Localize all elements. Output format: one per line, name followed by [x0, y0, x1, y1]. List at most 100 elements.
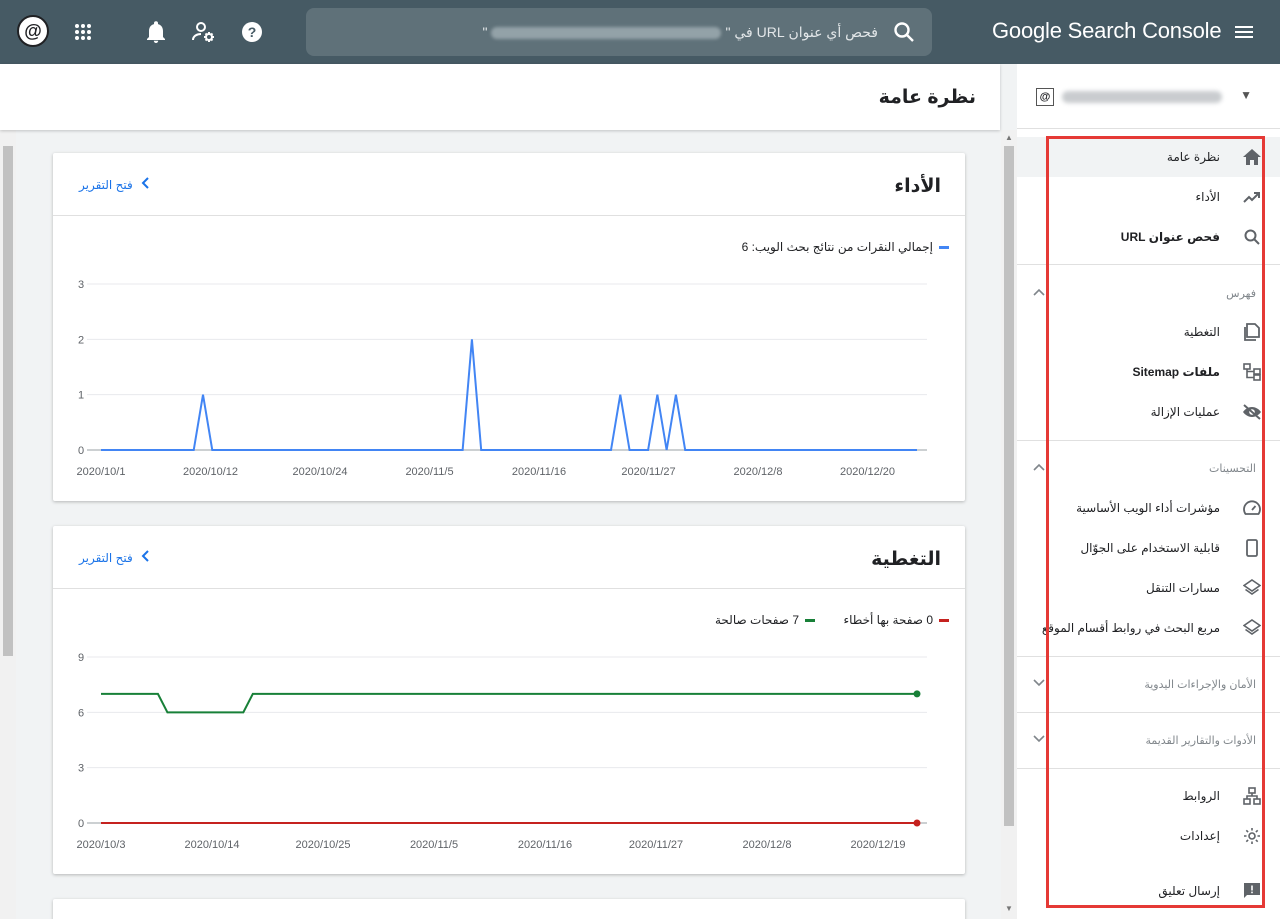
sidebar-item-breadcrumbs[interactable]: مسارات التنقل [1017, 568, 1280, 608]
sidebar-item-label: التغطية [1183, 325, 1220, 339]
x-tick-label: 2020/12/19 [850, 839, 905, 851]
sidebar-item-label: ملفات Sitemap [1132, 365, 1220, 379]
series-end-point [913, 819, 921, 827]
section-label: الأمان والإجراءات اليدوية [1144, 678, 1256, 691]
sidebar-item-label: مربع البحث في روابط أقسام الموقع [1041, 621, 1220, 635]
sidebar-item-url-inspection[interactable]: فحص عنوان URL [1017, 217, 1280, 257]
dropdown-caret-icon[interactable]: ▼ [1240, 88, 1252, 102]
sidebar-item-label: إعدادات [1179, 829, 1220, 843]
page-title: نظرة عامة [878, 87, 976, 108]
y-tick-label: 1 [78, 390, 84, 402]
top-app-bar: @ ? فحص أي عنوان URL في "" Google Search… [0, 0, 1280, 64]
sidebar-item-settings[interactable]: إعدادات [1017, 816, 1280, 856]
sidebar-item-label: الأداء [1195, 190, 1221, 204]
chevron-up-icon [1033, 462, 1045, 474]
visibility-off-icon [1240, 400, 1264, 424]
scroll-up-arrow-icon[interactable]: ▲ [1005, 133, 1013, 142]
scrollbar-thumb[interactable] [3, 146, 13, 656]
x-tick-label: 2020/11/5 [405, 466, 453, 478]
sidebar-item-performance[interactable]: الأداء [1017, 177, 1280, 217]
layers-icon [1240, 616, 1264, 640]
sidebar-item-links[interactable]: الروابط [1017, 776, 1280, 816]
sidebar-item-label: إرسال تعليق [1158, 884, 1220, 898]
divider [1017, 128, 1280, 129]
user-settings-icon[interactable] [188, 16, 220, 48]
next-card [53, 899, 965, 919]
settings-gear-icon [1240, 824, 1264, 848]
avatar-symbol: @ [24, 20, 42, 41]
scrollbar-thumb[interactable] [1004, 146, 1014, 826]
url-inspection-search[interactable]: فحص أي عنوان URL في "" [306, 8, 932, 56]
x-tick-label: 2020/12/8 [743, 839, 792, 851]
scroll-down-arrow-icon[interactable]: ▼ [1005, 904, 1013, 913]
sidebar-section-security[interactable]: الأمان والإجراءات اليدوية [1017, 664, 1280, 704]
x-tick-label: 2020/12/20 [840, 466, 895, 478]
sidebar-section-enhancements[interactable]: التحسينات [1017, 448, 1280, 488]
property-url-blurred [1062, 91, 1222, 103]
home-icon [1240, 145, 1264, 169]
y-tick-label: 2 [78, 334, 84, 346]
section-label: التحسينات [1209, 462, 1256, 475]
sidebar-item-label: نظرة عامة [1166, 150, 1220, 164]
property-symbol: @ [1039, 91, 1051, 103]
x-tick-label: 2020/11/16 [518, 839, 572, 851]
coverage-card: التغطية فتح التقرير 0 صفحة بها أخطاء 7 ص… [53, 526, 965, 874]
search-icon [1240, 225, 1264, 249]
chevron-up-icon [1033, 287, 1045, 299]
divider [1017, 264, 1280, 265]
search-placeholder: فحص أي عنوان URL في "" [482, 23, 878, 40]
product-logo[interactable]: Google Search Console [992, 18, 1222, 44]
content-header: نظرة عامة [0, 64, 1000, 130]
sidebar-item-label: الروابط [1182, 789, 1220, 803]
sidebar-item-label: فحص عنوان URL [1120, 230, 1220, 244]
content-scrollbar-left[interactable] [0, 130, 16, 919]
divider [1017, 440, 1280, 441]
series-line [101, 692, 917, 714]
chevron-down-icon [1033, 678, 1045, 690]
x-tick-label: 2020/12/8 [734, 466, 783, 478]
sidebar-section-legacy-tools[interactable]: الأدوات والتقارير القديمة [1017, 720, 1280, 760]
account-avatar[interactable]: @ [17, 15, 49, 47]
svg-text:?: ? [248, 24, 257, 40]
notifications-bell-icon[interactable] [140, 16, 172, 48]
x-tick-label: 2020/11/5 [410, 839, 458, 851]
sidebar-item-core-web-vitals[interactable]: مؤشرات أداء الويب الأساسية [1017, 488, 1280, 528]
sidebar-item-overview[interactable]: نظرة عامة [1017, 137, 1280, 177]
sidebar-item-sitemaps[interactable]: ملفات Sitemap [1017, 352, 1280, 392]
sidebar-item-label: عمليات الإزالة [1150, 405, 1220, 419]
links-network-icon [1240, 784, 1264, 808]
sidebar-item-label: مؤشرات أداء الويب الأساسية [1076, 501, 1220, 515]
sidebar-item-mobile-usability[interactable]: قابلية الاستخدام على الجوّال [1017, 528, 1280, 568]
sitemap-icon [1240, 360, 1264, 384]
property-selector[interactable]: @ ▼ [1017, 64, 1280, 128]
apps-grid-icon[interactable] [67, 16, 99, 48]
help-icon[interactable]: ? [236, 16, 268, 48]
sidebar-item-label: مسارات التنقل [1146, 581, 1220, 595]
trending-up-icon [1240, 185, 1264, 209]
sidebar-item-sitelinks-searchbox[interactable]: مربع البحث في روابط أقسام الموقع [1017, 608, 1280, 648]
x-tick-label: 2020/11/27 [621, 466, 675, 478]
x-tick-label: 2020/10/3 [77, 839, 126, 851]
sidebar-item-label: قابلية الاستخدام على الجوّال [1080, 541, 1220, 555]
x-tick-label: 2020/11/16 [512, 466, 566, 478]
y-tick-label: 9 [78, 652, 84, 664]
y-tick-label: 0 [78, 818, 84, 830]
speed-gauge-icon [1240, 496, 1264, 520]
divider [1017, 656, 1280, 657]
section-label: فهرس [1226, 287, 1256, 300]
content-scrollbar[interactable]: ▲ ▼ [1001, 130, 1017, 919]
y-tick-label: 6 [78, 707, 84, 719]
divider [1017, 712, 1280, 713]
performance-chart: 0 1 2 3 2020/10/1 2020/10/12 2020/10/24 2020/11… [77, 279, 927, 478]
send-feedback-button[interactable]: إرسال تعليق [1017, 871, 1280, 911]
divider [1017, 768, 1280, 769]
x-tick-label: 2020/10/24 [292, 466, 347, 478]
sidebar-item-coverage[interactable]: التغطية [1017, 312, 1280, 352]
menu-hamburger-icon[interactable] [1232, 20, 1256, 44]
performance-card: الأداء فتح التقرير إجمالي النقرات من نتا… [53, 153, 965, 501]
sidebar-section-index[interactable]: فهرس [1017, 273, 1280, 313]
smartphone-icon [1240, 536, 1264, 560]
x-tick-label: 2020/10/1 [77, 466, 126, 478]
sidebar-item-removals[interactable]: عمليات الإزالة [1017, 392, 1280, 432]
sidebar-nav: @ ▼ نظرة عامة الأداء فحص عنوان URL فهرس … [1017, 64, 1280, 919]
